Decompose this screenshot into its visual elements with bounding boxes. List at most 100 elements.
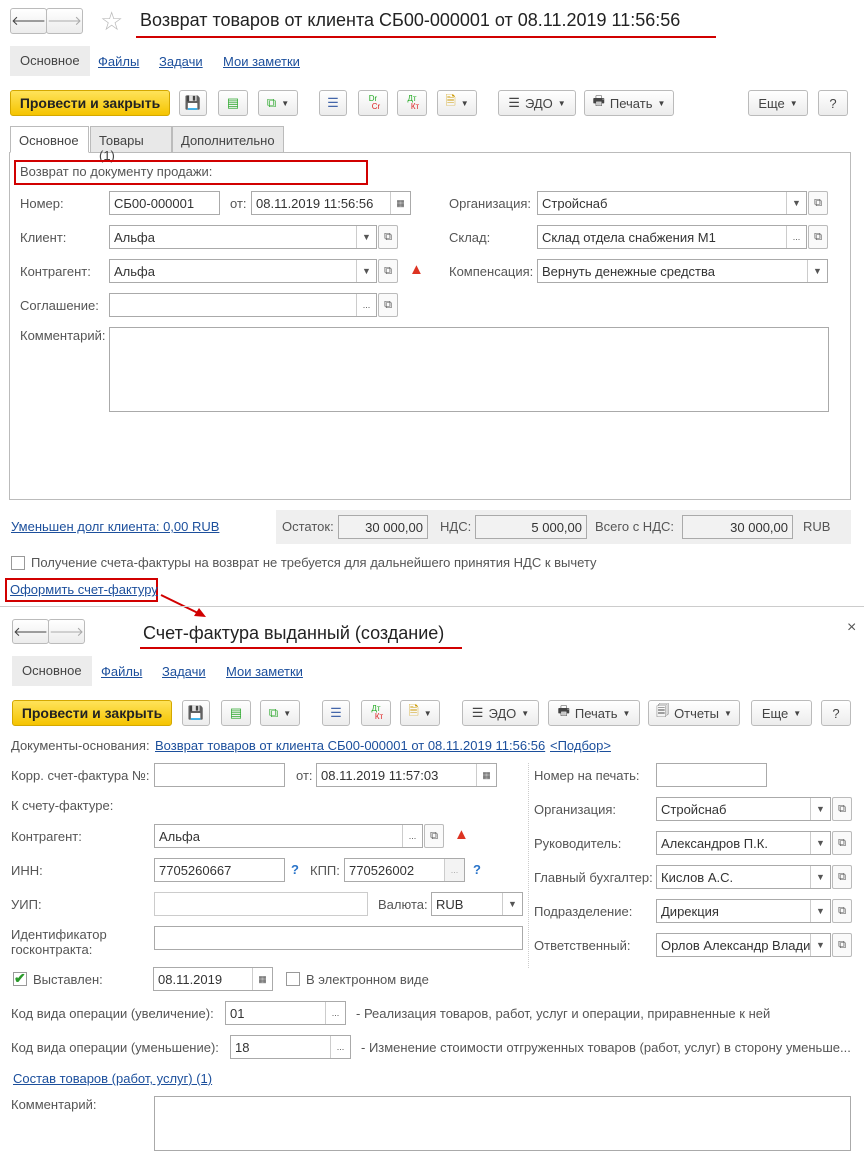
resp-input[interactable]: Орлов Александр Влади ▼ <box>656 933 831 957</box>
org-input[interactable]: Стройснаб ▼ <box>656 797 831 821</box>
create-based-on-button[interactable]: ⧉ ▼ <box>260 700 300 726</box>
op-inc-input[interactable]: 01... <box>225 1001 346 1025</box>
open-resp-button[interactable]: ⧉ <box>832 933 852 957</box>
nav-tasks[interactable]: Задачи <box>159 54 203 70</box>
edo-button[interactable]: ☰ ЭДО ▼ <box>498 90 576 116</box>
select-button[interactable]: ... <box>444 859 464 881</box>
print-button[interactable]: 🖶 Печать ▼ <box>548 700 640 726</box>
save-button[interactable]: 💾 <box>179 90 207 116</box>
inn-help-icon[interactable]: ? <box>291 862 299 877</box>
dt-kt-button[interactable]: Дт Кт <box>397 90 427 116</box>
issued-date-input[interactable]: 08.11.2019 ▦ <box>153 967 273 991</box>
forward-button[interactable]: 🡒 <box>48 619 85 644</box>
select-button[interactable]: ... <box>402 825 422 847</box>
select-button[interactable]: ... <box>786 226 806 248</box>
forward-button[interactable]: 🡒 <box>46 8 83 34</box>
open-client-button[interactable]: ⧉ <box>378 225 398 249</box>
nav-files[interactable]: Файлы <box>101 664 142 680</box>
structure-button[interactable]: ☰ <box>319 90 347 116</box>
tab-goods[interactable]: Товары (1) <box>90 126 172 163</box>
open-agreement-button[interactable]: ⧉ <box>378 293 398 317</box>
open-dept-button[interactable]: ⧉ <box>832 899 852 923</box>
counterparty-input[interactable]: Альфа ▼ <box>109 259 377 283</box>
electronic-checkbox[interactable] <box>286 972 300 986</box>
kpp-input[interactable]: 770526002... <box>344 858 465 882</box>
nav-main[interactable]: Основное <box>10 46 90 76</box>
compensation-input[interactable]: Вернуть денежные средства ▼ <box>537 259 828 283</box>
org-input[interactable]: Стройснаб ▼ <box>537 191 807 215</box>
help-button[interactable]: ? <box>818 90 848 116</box>
open-org-button[interactable]: ⧉ <box>808 191 828 215</box>
dropdown-icon[interactable]: ▼ <box>810 866 830 888</box>
dropdown-icon[interactable]: ▼ <box>810 934 830 956</box>
contract-id-input[interactable] <box>154 926 523 950</box>
invoice-not-required-checkbox[interactable] <box>11 556 25 570</box>
calendar-icon[interactable]: ▦ <box>476 764 496 786</box>
select-button[interactable]: ... <box>356 294 376 316</box>
issued-checkbox[interactable]: ✔ <box>13 971 27 986</box>
dropdown-icon[interactable]: ▼ <box>786 192 806 214</box>
more-button[interactable]: Еще ▼ <box>751 700 812 726</box>
base-doc-link[interactable]: Возврат товаров от клиента СБ00-000001 о… <box>155 738 545 753</box>
dropdown-icon[interactable]: ▼ <box>810 900 830 922</box>
open-accountant-button[interactable]: ⧉ <box>832 865 852 889</box>
comment-textarea[interactable] <box>154 1096 851 1151</box>
back-button[interactable]: 🡐 <box>10 8 47 34</box>
save-button[interactable]: 💾 <box>182 700 210 726</box>
uip-input[interactable] <box>154 892 368 916</box>
open-counterparty-button[interactable]: ⧉ <box>378 259 398 283</box>
print-button[interactable]: 🖶 Печать ▼ <box>584 90 674 116</box>
dropdown-icon[interactable]: ▼ <box>810 832 830 854</box>
number-input[interactable]: СБ00-000001 <box>109 191 220 215</box>
dropdown-icon[interactable]: ▼ <box>810 798 830 820</box>
edo-button[interactable]: ☰ ЭДО ▼ <box>462 700 539 726</box>
post-and-close-button[interactable]: Провести и закрыть <box>12 700 172 726</box>
reports-menu-button[interactable]: 🗎 ▼ <box>437 90 477 116</box>
dr-cr-button[interactable]: Dr Cr <box>358 90 388 116</box>
favorite-star-icon[interactable]: ☆ <box>100 6 123 37</box>
agreement-input[interactable]: ... <box>109 293 377 317</box>
dropdown-icon[interactable]: ▼ <box>356 226 376 248</box>
counterparty-input[interactable]: Альфа... <box>154 824 423 848</box>
post-button[interactable]: ▤ <box>221 700 251 726</box>
select-button[interactable]: ... <box>330 1036 350 1058</box>
dropdown-icon[interactable]: ▼ <box>502 893 522 915</box>
open-warehouse-button[interactable]: ⧉ <box>808 225 828 249</box>
create-invoice-link[interactable]: Оформить счет-фактуру <box>10 582 158 597</box>
open-org-button[interactable]: ⧉ <box>832 797 852 821</box>
inn-input[interactable]: 7705260667 <box>154 858 285 882</box>
nav-notes[interactable]: Мои заметки <box>223 54 300 70</box>
print-no-input[interactable] <box>656 763 767 787</box>
structure-button[interactable]: ☰ <box>322 700 350 726</box>
back-button[interactable]: 🡐 <box>12 619 49 644</box>
head-input[interactable]: Александров П.К. ▼ <box>656 831 831 855</box>
goods-link[interactable]: Состав товаров (работ, услуг) (1) <box>13 1071 212 1086</box>
post-button[interactable]: ▤ <box>218 90 248 116</box>
calendar-icon[interactable]: ▦ <box>252 968 272 990</box>
dropdown-icon[interactable]: ▼ <box>807 260 827 282</box>
open-head-button[interactable]: ⧉ <box>832 831 852 855</box>
comment-textarea[interactable] <box>109 327 829 412</box>
tab-main[interactable]: Основное <box>10 126 89 153</box>
nav-notes[interactable]: Мои заметки <box>226 664 303 680</box>
warehouse-input[interactable]: Склад отдела снабжения М1... <box>537 225 807 249</box>
nav-tasks[interactable]: Задачи <box>162 664 206 680</box>
debt-link[interactable]: Уменьшен долг клиента: 0,00 RUB <box>11 519 219 534</box>
date-input[interactable]: 08.11.2019 11:57:03 ▦ <box>316 763 497 787</box>
more-button[interactable]: Еще ▼ <box>748 90 808 116</box>
create-based-on-button[interactable]: ⧉ ▼ <box>258 90 298 116</box>
client-input[interactable]: Альфа ▼ <box>109 225 377 249</box>
accountant-input[interactable]: Кислов А.С. ▼ <box>656 865 831 889</box>
kpp-help-icon[interactable]: ? <box>473 862 481 877</box>
nav-main[interactable]: Основное <box>12 656 92 686</box>
nav-files[interactable]: Файлы <box>98 54 139 70</box>
post-and-close-button[interactable]: Провести и закрыть <box>10 90 170 116</box>
close-icon[interactable]: × <box>847 619 856 637</box>
op-dec-input[interactable]: 18... <box>230 1035 351 1059</box>
help-button[interactable]: ? <box>821 700 851 726</box>
corr-input[interactable] <box>154 763 285 787</box>
dept-input[interactable]: Дирекция ▼ <box>656 899 831 923</box>
dropdown-icon[interactable]: ▼ <box>356 260 376 282</box>
tab-additional[interactable]: Дополнительно <box>172 126 284 153</box>
select-button[interactable]: ... <box>325 1002 345 1024</box>
